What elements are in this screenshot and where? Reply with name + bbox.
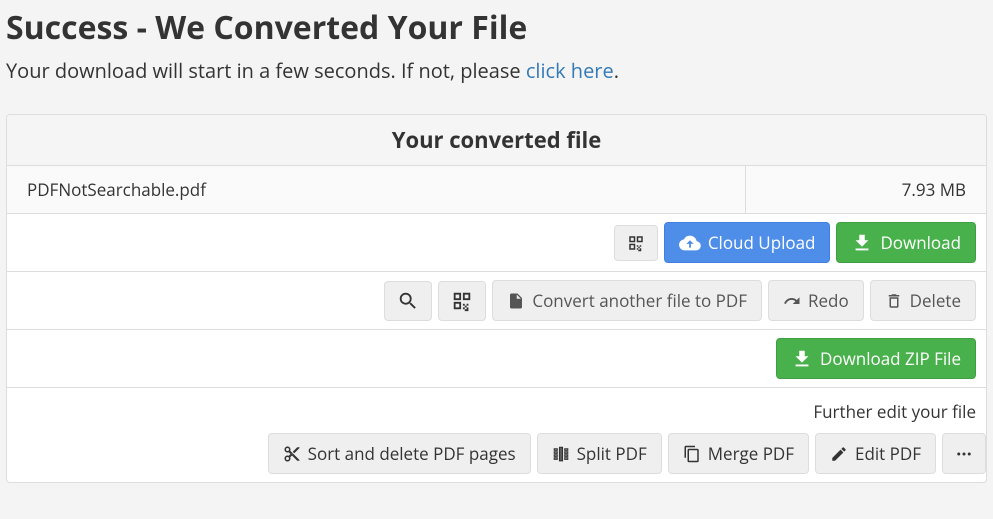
- download-zip-button[interactable]: Download ZIP File: [776, 338, 976, 379]
- search-icon: [397, 290, 419, 312]
- subtitle-suffix: .: [614, 57, 619, 84]
- edit-pdf-label: Edit PDF: [855, 442, 921, 465]
- search-button[interactable]: [384, 281, 432, 321]
- download-zip-label: Download ZIP File: [820, 347, 961, 370]
- trash-icon: [885, 292, 903, 310]
- file-size: 7.93 MB: [746, 166, 986, 213]
- split-pdf-button[interactable]: Split PDF: [537, 433, 662, 474]
- convert-another-button[interactable]: Convert another file to PDF: [492, 280, 762, 321]
- zip-row: Download ZIP File: [7, 330, 986, 388]
- primary-action-row: Cloud Upload Download: [7, 214, 986, 272]
- file-icon: [507, 292, 525, 310]
- split-label: Split PDF: [577, 442, 647, 465]
- subtitle-prefix: Your download will start in a few second…: [6, 57, 526, 84]
- scissors-icon: [283, 445, 301, 463]
- qr-code-icon: [627, 234, 645, 252]
- redo-label: Redo: [808, 289, 849, 312]
- merge-label: Merge PDF: [708, 442, 794, 465]
- cloud-upload-label: Cloud Upload: [708, 231, 816, 254]
- secondary-action-row: Convert another file to PDF Redo Delete: [7, 272, 986, 330]
- merge-pdf-button[interactable]: Merge PDF: [668, 433, 809, 474]
- qr-code-button[interactable]: [614, 225, 658, 261]
- sort-delete-label: Sort and delete PDF pages: [308, 442, 516, 465]
- edit-icon: [830, 445, 848, 463]
- file-row: PDFNotSearchable.pdf 7.93 MB: [7, 166, 986, 214]
- page-subtitle: Your download will start in a few second…: [6, 57, 987, 84]
- further-edit-label: Further edit your file: [17, 400, 976, 423]
- qr-code-icon: [451, 290, 473, 312]
- convert-another-label: Convert another file to PDF: [532, 289, 747, 312]
- edit-pdf-button[interactable]: Edit PDF: [815, 433, 936, 474]
- edit-section: Further edit your file Sort and delete P…: [7, 388, 986, 482]
- redo-button[interactable]: Redo: [768, 280, 864, 321]
- file-name: PDFNotSearchable.pdf: [7, 166, 746, 213]
- page-title: Success - We Converted Your File: [6, 6, 987, 49]
- download-button[interactable]: Download: [836, 222, 976, 263]
- download-icon: [851, 232, 873, 254]
- cloud-upload-icon: [679, 232, 701, 254]
- download-label: Download: [880, 231, 961, 254]
- split-icon: [552, 445, 570, 463]
- sort-delete-pages-button[interactable]: Sort and delete PDF pages: [268, 433, 531, 474]
- download-icon: [791, 348, 813, 370]
- ellipsis-icon: [955, 445, 973, 463]
- more-options-button[interactable]: [942, 433, 986, 474]
- cloud-upload-button[interactable]: Cloud Upload: [664, 222, 831, 263]
- delete-button[interactable]: Delete: [870, 280, 976, 321]
- merge-icon: [683, 445, 701, 463]
- redo-icon: [783, 292, 801, 310]
- qr-code-button-2[interactable]: [438, 281, 486, 321]
- panel-header: Your converted file: [7, 115, 986, 166]
- converted-file-panel: Your converted file PDFNotSearchable.pdf…: [6, 114, 987, 483]
- delete-label: Delete: [910, 289, 961, 312]
- click-here-link[interactable]: click here: [526, 57, 614, 84]
